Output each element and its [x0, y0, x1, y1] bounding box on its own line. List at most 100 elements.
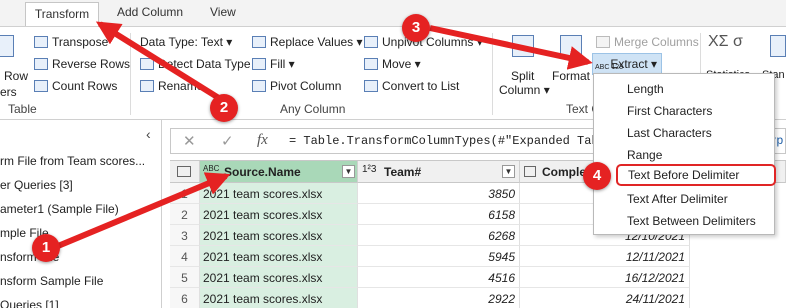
cancel-formula-icon[interactable]: ✕	[183, 132, 196, 150]
query-item[interactable]: ameter1 (Sample File)	[0, 202, 119, 216]
cell-team[interactable]: 6268	[358, 225, 520, 246]
fill-button[interactable]: Fill ▾	[252, 57, 295, 71]
confirm-formula-icon[interactable]: ✓	[221, 132, 234, 150]
cell-team[interactable]: 2922	[358, 288, 520, 308]
transpose-label: Transpose	[52, 35, 109, 49]
count-rows-icon	[34, 80, 48, 92]
cell-source[interactable]: 2021 team scores.xlsx	[200, 267, 358, 288]
collapse-chevron-icon[interactable]: ‹	[146, 126, 151, 142]
query-item[interactable]: rm File from Team scores...	[0, 154, 145, 168]
extract-label: Extract	[610, 57, 648, 71]
fx-icon[interactable]: fx	[257, 132, 268, 149]
cell-team[interactable]: 3850	[358, 183, 520, 204]
tab-transform[interactable]: Transform	[25, 2, 99, 27]
formula-text[interactable]: = Table.TransformColumnTypes(#"Expanded …	[289, 134, 613, 148]
row-index: 4	[170, 246, 200, 267]
replace-values-button[interactable]: Replace Values ▾	[252, 35, 363, 49]
detect-data-type-icon	[140, 58, 154, 70]
cell-date[interactable]: 12/11/2021	[520, 246, 690, 267]
date-type-icon[interactable]	[524, 166, 536, 177]
statistics-icon: XΣ σ	[708, 33, 743, 50]
cell-source[interactable]: 2021 team scores.xlsx	[200, 246, 358, 267]
menu-item-first-characters[interactable]: First Characters	[594, 100, 774, 122]
convert-to-list-button[interactable]: Convert to List	[364, 79, 459, 93]
data-type-dropdown[interactable]: Data Type: Text ▾	[140, 35, 232, 49]
transpose-icon	[34, 36, 48, 48]
any-column-group-label: Any Column	[280, 102, 346, 116]
table-icon	[0, 35, 14, 57]
move-icon	[364, 58, 378, 70]
unpivot-columns-label: Unpivot Columns	[382, 35, 474, 49]
extract-button[interactable]: ABC 123 Extract ▾	[592, 53, 662, 75]
rename-button[interactable]: Rename	[140, 79, 203, 93]
chevron-down-icon[interactable]: ▼	[342, 165, 355, 178]
query-item[interactable]: Queries [1]	[0, 298, 59, 308]
header-team-label: Team#	[384, 165, 422, 179]
convert-to-list-label: Convert to List	[382, 79, 460, 93]
merge-columns-icon	[596, 36, 610, 48]
query-item[interactable]: er Queries [3]	[0, 178, 73, 192]
reverse-rows-button[interactable]: Reverse Rows	[34, 57, 130, 71]
format-label: Format	[552, 69, 591, 83]
text-type-icon[interactable]: ABC	[203, 164, 219, 173]
table-group-label: Table	[8, 102, 37, 116]
fill-icon	[252, 58, 266, 70]
rename-label: Rename	[158, 79, 204, 93]
menu-item-length[interactable]: Length	[594, 78, 774, 100]
tab-view[interactable]: View	[210, 5, 236, 19]
extract-menu: Length First Characters Last Characters …	[593, 73, 776, 235]
query-item[interactable]: nsform Sample File	[0, 274, 103, 288]
annotation-badge-3: 3	[402, 14, 430, 42]
transpose-button[interactable]: Transpose	[34, 35, 108, 49]
tab-add-column[interactable]: Add Column	[117, 5, 183, 19]
ers-partial-label[interactable]: ers	[0, 85, 17, 99]
format-icon	[560, 35, 582, 57]
convert-to-list-icon	[364, 80, 378, 92]
row-partial-label[interactable]: Row	[4, 69, 28, 83]
table-grid-icon	[177, 166, 191, 177]
cell-source[interactable]: 2021 team scores.xlsx	[200, 225, 358, 246]
number-type-icon[interactable]: 1²3	[362, 164, 376, 175]
cell-source[interactable]: 2021 team scores.xlsx	[200, 204, 358, 225]
cell-source[interactable]: 2021 team scores.xlsx	[200, 288, 358, 308]
row-index: 2	[170, 204, 200, 225]
detect-data-type-label: Detect Data Type	[158, 57, 251, 71]
menu-item-last-characters[interactable]: Last Characters	[594, 122, 774, 144]
cell-source[interactable]: 2021 team scores.xlsx	[200, 183, 358, 204]
count-rows-label: Count Rows	[52, 79, 118, 93]
ribbon-tabs: Transform Add Column View	[0, 0, 786, 27]
merge-columns-button[interactable]: Merge Columns	[596, 35, 699, 49]
pivot-column-icon	[252, 80, 266, 92]
cell-team[interactable]: 4516	[358, 267, 520, 288]
row-index: 3	[170, 225, 200, 246]
pivot-column-button[interactable]: Pivot Column	[252, 79, 341, 93]
split-column-icon	[512, 35, 534, 57]
cell-team[interactable]: 6158	[358, 204, 520, 225]
menu-item-text-after-delimiter[interactable]: Text After Delimiter	[594, 188, 774, 210]
split-column-label-2[interactable]: Column ▾	[499, 83, 550, 97]
menu-item-text-before-delimiter[interactable]: Text Before Delimiter	[616, 164, 776, 186]
menu-item-range[interactable]: Range	[594, 144, 774, 166]
cell-date[interactable]: 24/11/2021	[520, 288, 690, 308]
column-header-source-name[interactable]: ABC Source.Name ▼	[200, 161, 358, 183]
ribbon-separator	[130, 33, 131, 115]
move-label: Move	[382, 57, 412, 71]
count-rows-button[interactable]: Count Rows	[34, 79, 117, 93]
annotation-badge-4: 4	[583, 162, 611, 190]
reverse-rows-label: Reverse Rows	[52, 57, 131, 71]
column-header-team[interactable]: 1²3 Team# ▼	[358, 161, 520, 183]
format-button[interactable]: Format	[552, 69, 590, 83]
split-column-label-1: Split	[511, 69, 535, 83]
cell-team[interactable]: 5945	[358, 246, 520, 267]
cell-date[interactable]: 16/12/2021	[520, 267, 690, 288]
split-column-button[interactable]: Split	[511, 69, 534, 83]
move-button[interactable]: Move ▾	[364, 57, 421, 71]
annotation-badge-2: 2	[210, 94, 238, 122]
menu-item-text-between-delimiters[interactable]: Text Between Delimiters	[594, 210, 774, 232]
detect-data-type-button[interactable]: Detect Data Type	[140, 57, 251, 71]
table-corner-icon[interactable]	[170, 161, 200, 183]
replace-values-icon	[252, 36, 266, 48]
chevron-down-icon[interactable]: ▼	[502, 165, 515, 178]
reverse-rows-icon	[34, 58, 48, 70]
annotation-badge-1: 1	[32, 234, 60, 262]
